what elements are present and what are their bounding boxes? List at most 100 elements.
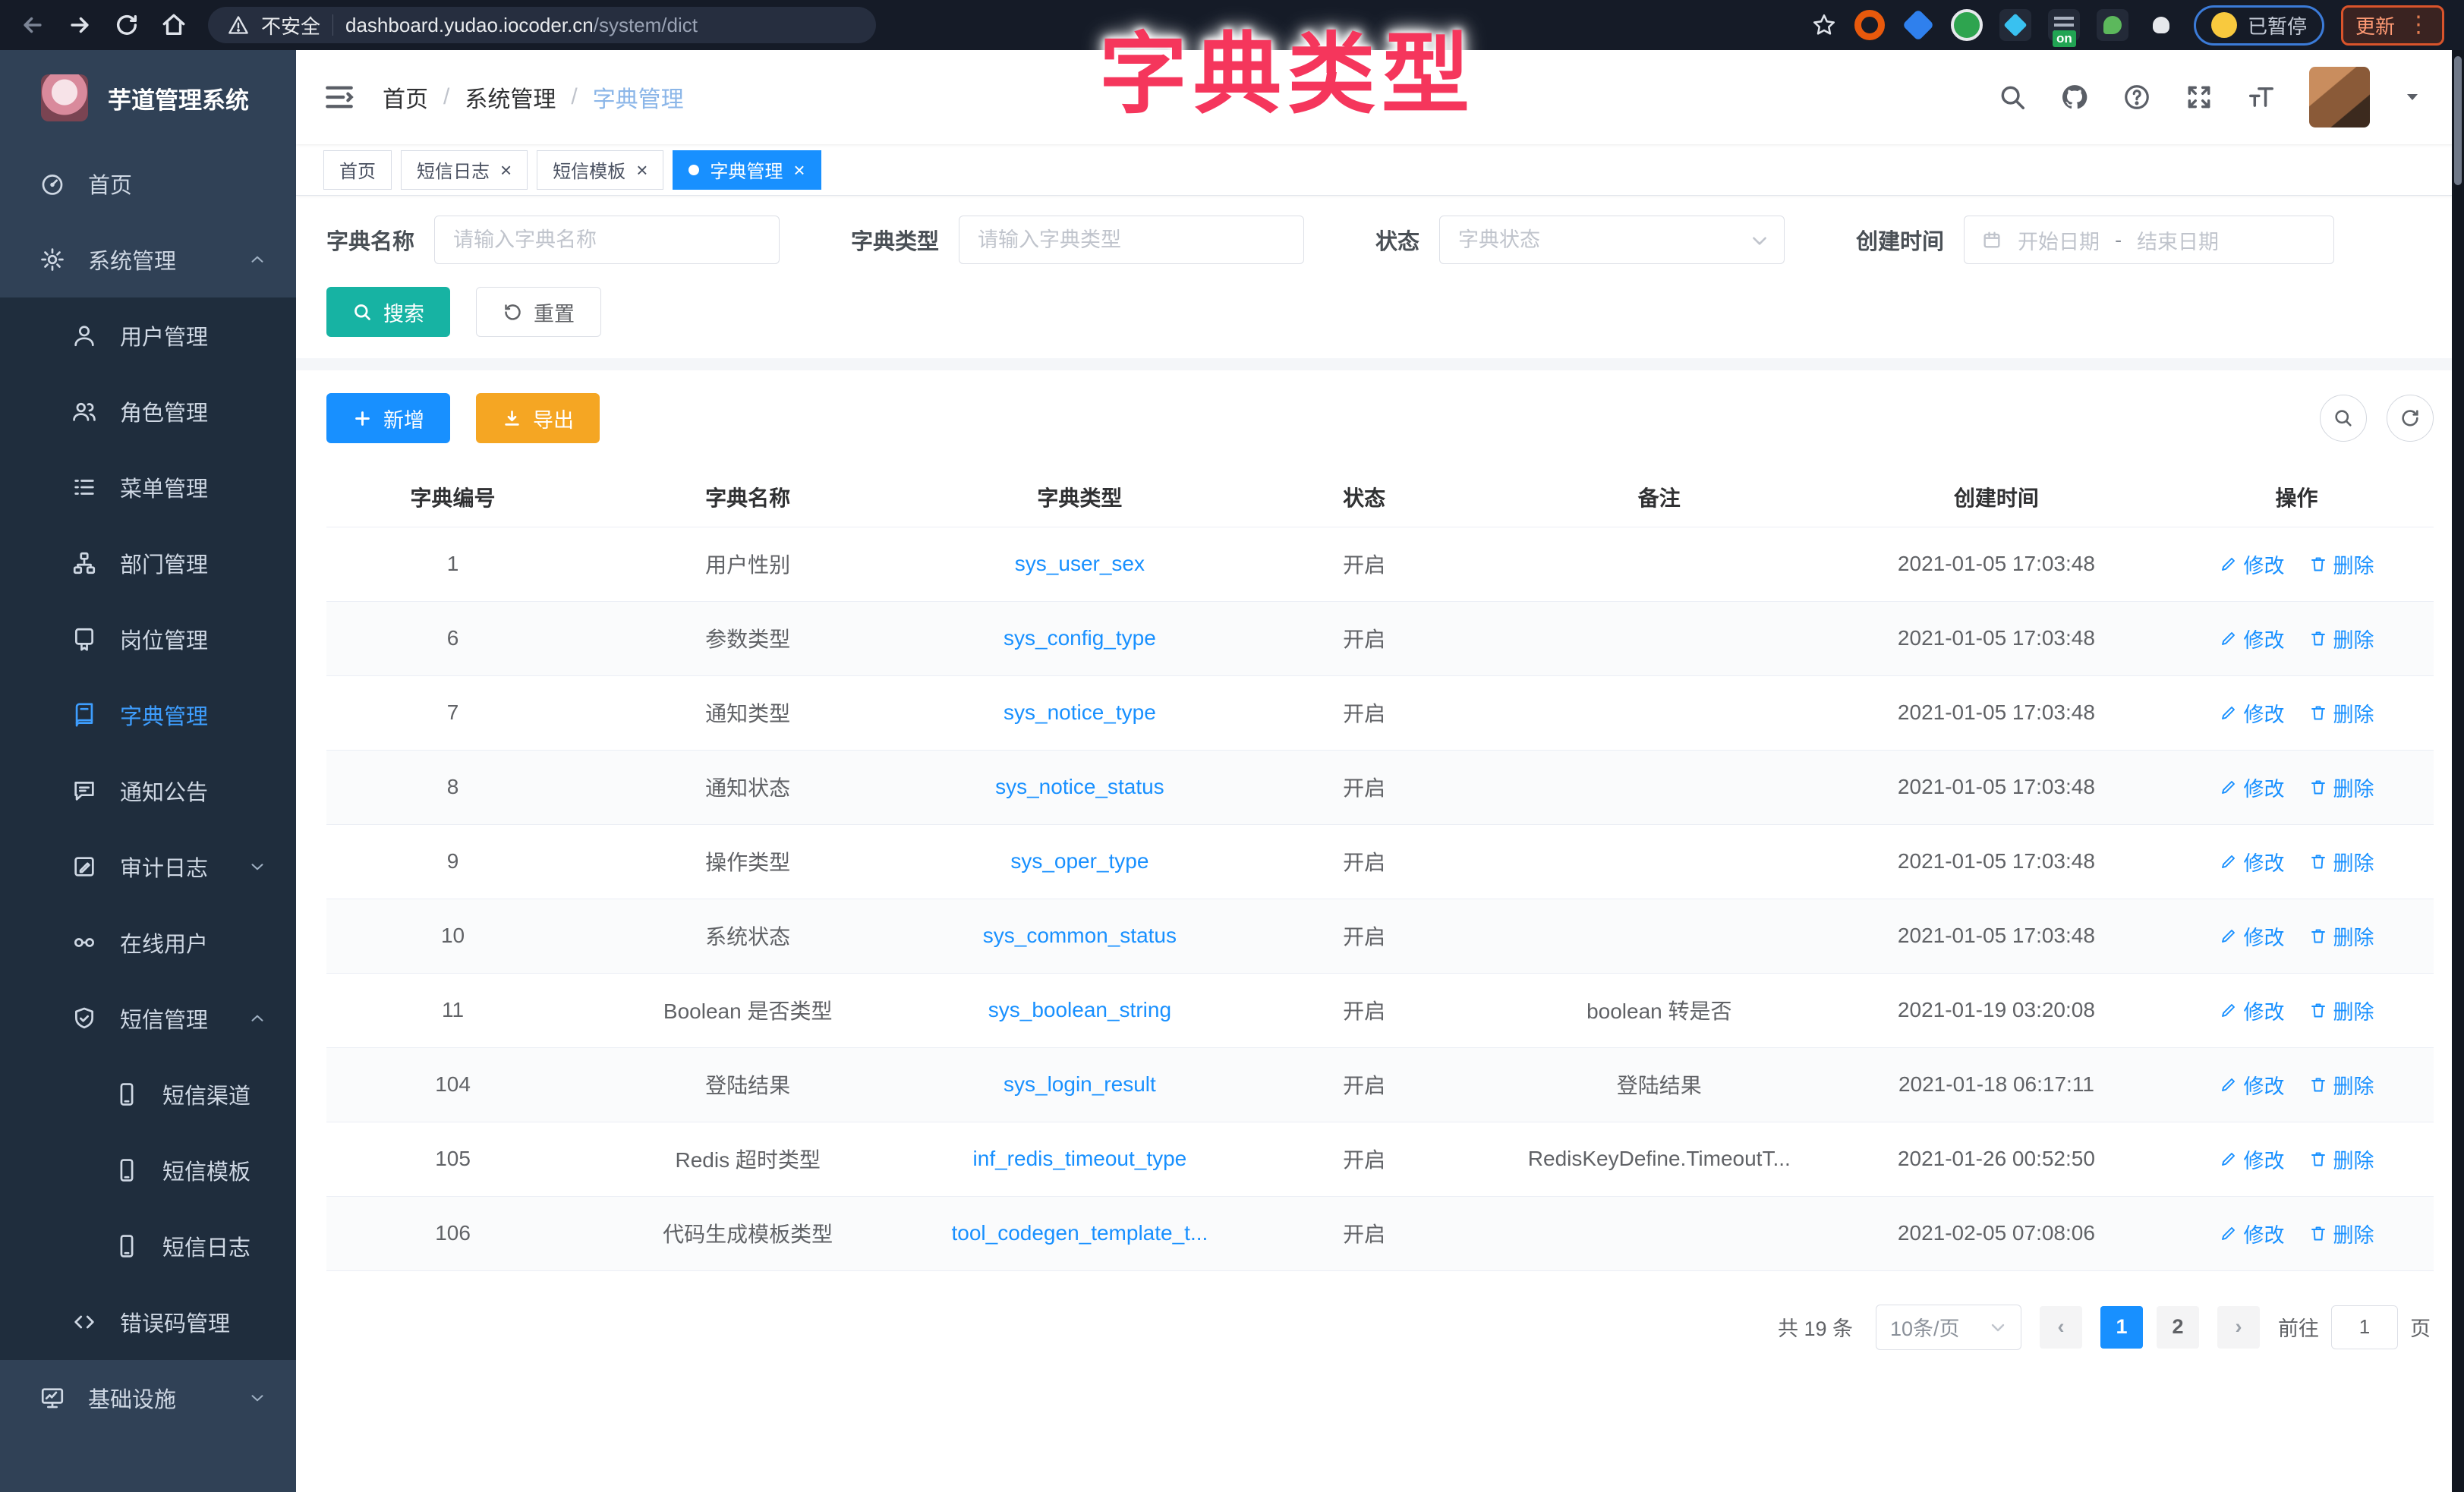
sidebar-item-sms-log[interactable]: 短信日志 [0, 1208, 296, 1284]
sidebar-item-system-management[interactable]: 系统管理 [0, 222, 296, 297]
sidebar-item-sms-template[interactable]: 短信模板 [0, 1132, 296, 1208]
dict-type-link[interactable]: sys_notice_status [995, 775, 1164, 798]
reset-button[interactable]: 重置 [476, 287, 601, 337]
delete-link[interactable]: 删除 [2309, 1144, 2374, 1174]
dict-type-link[interactable]: sys_common_status [983, 924, 1177, 947]
extension-icon-orange[interactable] [1854, 9, 1886, 41]
delete-link[interactable]: 删除 [2309, 773, 2374, 802]
address-bar[interactable]: 不安全 dashboard.yudao.iocoder.cn/system/di… [208, 7, 876, 43]
fullscreen-icon[interactable] [2185, 83, 2214, 112]
dict-type-link[interactable]: inf_redis_timeout_type [973, 1147, 1187, 1170]
scrollbar-thumb[interactable] [2454, 56, 2462, 185]
tab-close-icon[interactable]: × [636, 160, 648, 180]
tab-close-icon[interactable]: × [500, 160, 512, 180]
delete-link[interactable]: 删除 [2309, 996, 2374, 1025]
reload-icon[interactable] [114, 12, 140, 38]
edit-link[interactable]: 修改 [2220, 773, 2285, 802]
sidebar-item-home[interactable]: 首页 [0, 146, 296, 222]
delete-link[interactable]: 删除 [2309, 549, 2374, 579]
dict-type-link[interactable]: sys_notice_type [1004, 700, 1156, 724]
extension-icon-plant[interactable] [2097, 9, 2128, 41]
page-button-2[interactable]: 2 [2157, 1306, 2199, 1349]
search-icon[interactable] [1998, 83, 2027, 112]
edit-link[interactable]: 修改 [2220, 698, 2285, 728]
dict-type-link[interactable]: sys_boolean_string [988, 998, 1171, 1021]
sidebar-item-sms-management[interactable]: 短信管理 [0, 981, 296, 1056]
extension-icon-person[interactable] [2145, 9, 2177, 41]
sidebar-item-menu-management[interactable]: 菜单管理 [0, 449, 296, 525]
dict-type-link[interactable]: sys_oper_type [1010, 849, 1149, 873]
tab-sms-template[interactable]: 短信模板× [537, 150, 663, 190]
sidebar-item-error-code-management[interactable]: 错误码管理 [0, 1284, 296, 1360]
dict-type-link[interactable]: tool_codegen_template_t... [951, 1221, 1208, 1245]
dict-type-link[interactable]: sys_config_type [1004, 626, 1156, 650]
tab-sms-log[interactable]: 短信日志× [401, 150, 528, 190]
search-button[interactable]: 搜索 [326, 287, 450, 337]
end-date-placeholder[interactable]: 结束日期 [2137, 225, 2219, 255]
delete-link[interactable]: 删除 [2309, 624, 2374, 653]
browser-update-button[interactable]: 更新 ⋮ [2341, 5, 2444, 46]
sidebar-logo-row[interactable]: 芋道管理系统 [0, 50, 296, 146]
font-size-icon[interactable] [2247, 83, 2276, 112]
page-button-1[interactable]: 1 [2100, 1306, 2143, 1349]
tab-home[interactable]: 首页 [323, 150, 392, 190]
profile-paused-chip[interactable]: 已暂停 [2194, 5, 2324, 46]
status-select-input[interactable] [1439, 216, 1785, 264]
prev-page-button[interactable]: ‹ [2040, 1306, 2082, 1349]
sidebar-item-online-users[interactable]: 在线用户 [0, 905, 296, 981]
edit-link[interactable]: 修改 [2220, 996, 2285, 1025]
edit-link[interactable]: 修改 [2220, 847, 2285, 877]
edit-link[interactable]: 修改 [2220, 624, 2285, 653]
edit-link[interactable]: 修改 [2220, 1219, 2285, 1248]
breadcrumb-home[interactable]: 首页 [383, 80, 428, 114]
forward-icon[interactable] [67, 12, 93, 38]
delete-link[interactable]: 删除 [2309, 921, 2374, 951]
sidebar-item-dept-management[interactable]: 部门管理 [0, 525, 296, 601]
export-button[interactable]: 导出 [476, 393, 600, 443]
extension-icon-diamond[interactable] [1999, 9, 2031, 41]
sidebar-item-audit-log[interactable]: 审计日志 [0, 829, 296, 905]
extension-icon-list[interactable]: on [2048, 9, 2080, 41]
back-icon[interactable] [20, 12, 46, 38]
user-avatar[interactable] [2309, 67, 2370, 127]
dict-name-input[interactable] [434, 216, 780, 264]
delete-link[interactable]: 删除 [2309, 847, 2374, 877]
tab-close-icon[interactable]: × [793, 160, 805, 180]
edit-link[interactable]: 修改 [2220, 921, 2285, 951]
sidebar-item-sms-channel[interactable]: 短信渠道 [0, 1056, 296, 1132]
dict-type-link[interactable]: sys_login_result [1004, 1072, 1156, 1096]
toggle-search-button[interactable] [2320, 395, 2367, 442]
sidebar-item-role-management[interactable]: 角色管理 [0, 373, 296, 449]
sidebar-item-post-management[interactable]: 岗位管理 [0, 601, 296, 677]
goto-page-input[interactable] [2331, 1305, 2398, 1349]
add-button[interactable]: 新增 [326, 393, 450, 443]
github-icon[interactable] [2060, 83, 2089, 112]
scrollbar-track[interactable] [2452, 50, 2464, 1492]
edit-link[interactable]: 修改 [2220, 549, 2285, 579]
sidebar-item-infrastructure[interactable]: 基础设施 [0, 1360, 296, 1436]
help-icon[interactable] [2122, 83, 2151, 112]
delete-link[interactable]: 删除 [2309, 698, 2374, 728]
sidebar-toggle-icon[interactable] [323, 81, 355, 113]
extension-icon-green[interactable] [1951, 9, 1983, 41]
date-range-picker[interactable]: 开始日期 - 结束日期 [1964, 216, 2334, 264]
sidebar-item-notice-announcement[interactable]: 通知公告 [0, 753, 296, 829]
next-page-button[interactable]: › [2217, 1306, 2260, 1349]
edit-link[interactable]: 修改 [2220, 1070, 2285, 1100]
edit-link[interactable]: 修改 [2220, 1144, 2285, 1174]
bookmark-star-icon[interactable] [1811, 12, 1837, 38]
refresh-table-button[interactable] [2387, 395, 2434, 442]
delete-link[interactable]: 删除 [2309, 1219, 2374, 1248]
sidebar-item-user-management[interactable]: 用户管理 [0, 297, 296, 373]
sidebar-item-dict-management[interactable]: 字典管理 [0, 677, 296, 753]
dict-type-input[interactable] [959, 216, 1304, 264]
start-date-placeholder[interactable]: 开始日期 [2018, 225, 2100, 255]
extension-icon-gem[interactable] [1902, 9, 1934, 41]
breadcrumb-system[interactable]: 系统管理 [465, 80, 556, 114]
tab-dict-management[interactable]: 字典管理× [673, 150, 821, 190]
page-size-select[interactable]: 10条/页 [1876, 1305, 2021, 1350]
chevron-down-icon[interactable] [2403, 88, 2421, 106]
browser-menu-icon[interactable]: ⋮ [2407, 14, 2430, 36]
dict-type-link[interactable]: sys_user_sex [1015, 552, 1145, 575]
delete-link[interactable]: 删除 [2309, 1070, 2374, 1100]
